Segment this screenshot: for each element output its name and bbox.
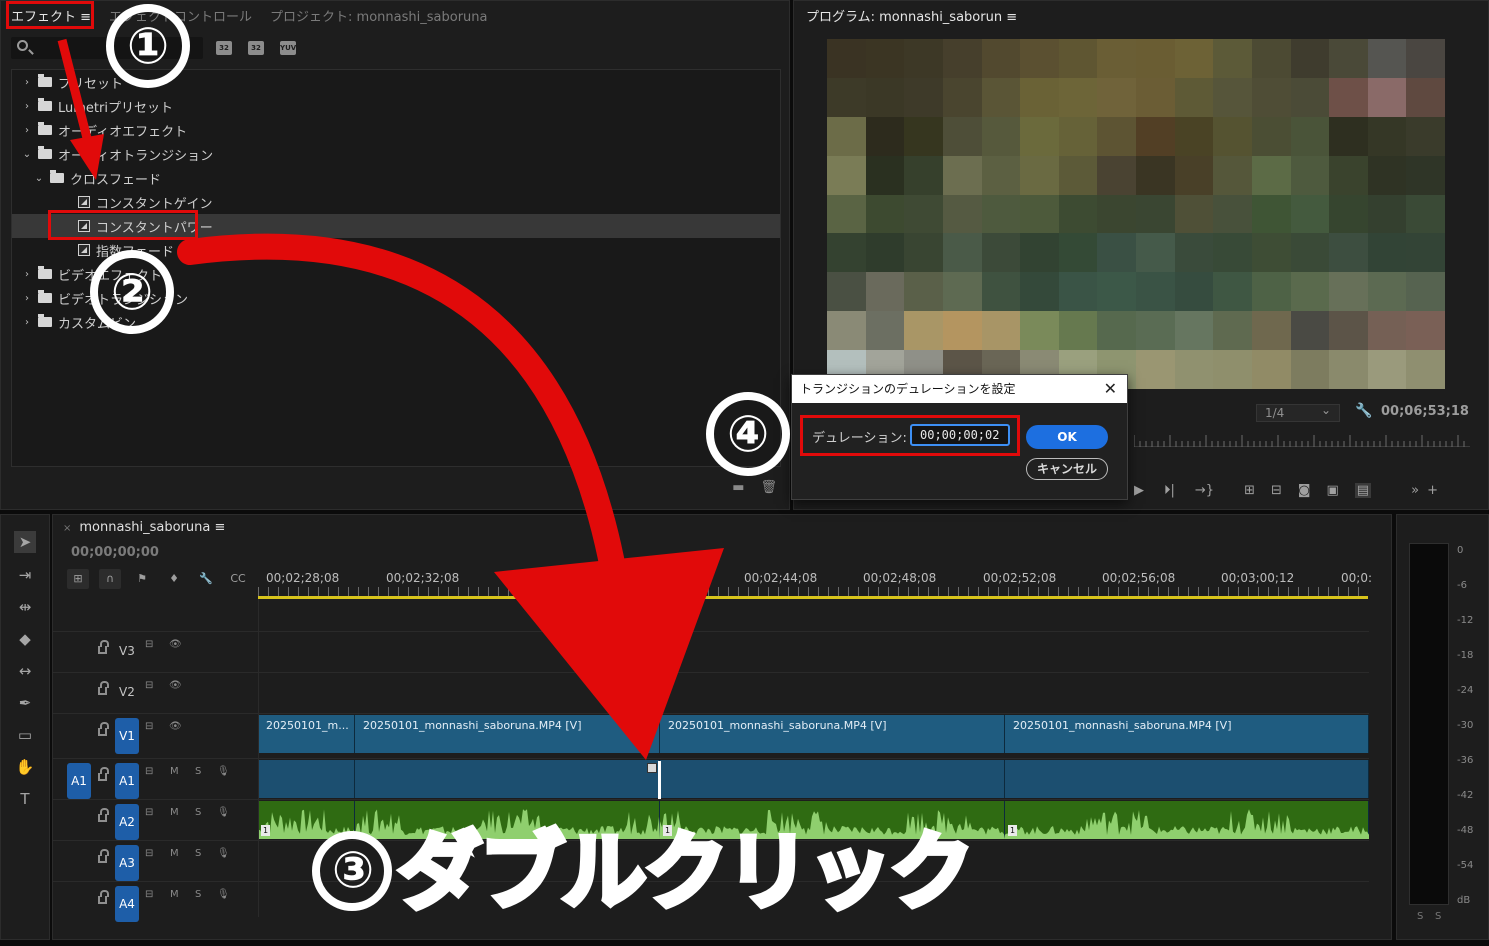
step-3-marker: ③: [312, 831, 392, 911]
step-3-caption: ③ ダブルクリック: [312, 805, 977, 926]
arrow-1-shaft: [57, 38, 93, 144]
arrow-2-shaft: [177, 233, 633, 623]
arrow-2-head: [494, 548, 724, 760]
arrow-1-head: [70, 134, 104, 180]
step-3-text: ダブルクリック: [395, 820, 977, 924]
